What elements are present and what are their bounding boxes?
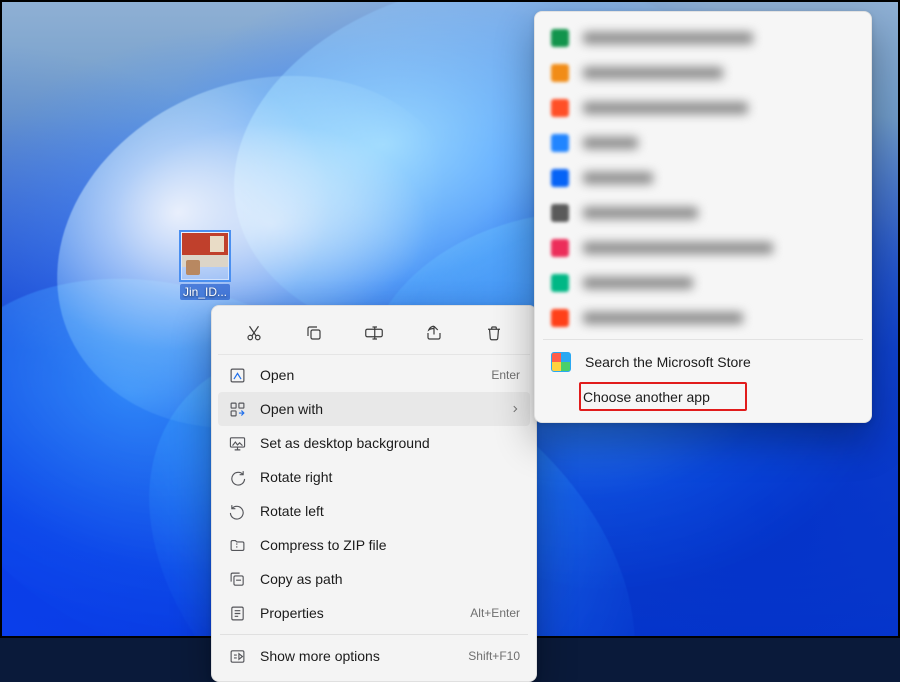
menu-separator bbox=[220, 634, 528, 635]
rotate-right-icon bbox=[228, 468, 246, 486]
menu-item-open[interactable]: Open Enter bbox=[218, 358, 530, 392]
submenu-app-blurred[interactable] bbox=[541, 125, 865, 160]
compress-icon bbox=[228, 536, 246, 554]
submenu-label bbox=[583, 312, 743, 324]
cut-icon bbox=[245, 324, 263, 342]
menu-separator bbox=[543, 339, 863, 340]
menu-item-show-more[interactable]: Show more options Shift+F10 bbox=[218, 639, 530, 673]
submenu-app-blurred[interactable] bbox=[541, 265, 865, 300]
desktop-file-icon[interactable]: Jin_ID... bbox=[170, 232, 240, 303]
submenu-label bbox=[583, 172, 653, 184]
submenu-label: Choose another app bbox=[583, 389, 710, 405]
menu-item-open-with[interactable]: Open with bbox=[218, 392, 530, 426]
submenu-choose-another[interactable]: Choose another app bbox=[541, 379, 865, 414]
share-button[interactable] bbox=[416, 316, 452, 350]
more-options-icon bbox=[228, 647, 246, 665]
app-icon bbox=[551, 134, 569, 152]
app-icon bbox=[551, 274, 569, 292]
submenu-app-blurred[interactable] bbox=[541, 230, 865, 265]
rename-button[interactable] bbox=[356, 316, 392, 350]
menu-item-properties[interactable]: Properties Alt+Enter bbox=[218, 596, 530, 630]
menu-accel: Alt+Enter bbox=[470, 606, 520, 620]
app-icon bbox=[551, 204, 569, 222]
menu-item-compress[interactable]: Compress to ZIP file bbox=[218, 528, 530, 562]
menu-label: Copy as path bbox=[260, 571, 520, 587]
open-with-icon bbox=[228, 400, 246, 418]
submenu-label bbox=[583, 277, 693, 289]
desktop-bg-icon bbox=[228, 434, 246, 452]
context-menu-action-bar bbox=[218, 312, 530, 355]
menu-label: Properties bbox=[260, 605, 470, 621]
app-icon bbox=[551, 169, 569, 187]
file-name: Jin_ID... bbox=[180, 284, 230, 300]
submenu-app-blurred[interactable] bbox=[541, 55, 865, 90]
menu-accel: Enter bbox=[491, 368, 520, 382]
submenu-app-blurred[interactable] bbox=[541, 90, 865, 125]
menu-label: Open with bbox=[260, 401, 510, 417]
menu-label: Show more options bbox=[260, 648, 468, 664]
menu-label: Set as desktop background bbox=[260, 435, 520, 451]
file-thumbnail bbox=[181, 232, 229, 280]
menu-label: Rotate left bbox=[260, 503, 520, 519]
copy-path-icon bbox=[228, 570, 246, 588]
menu-item-rotate-right[interactable]: Rotate right bbox=[218, 460, 530, 494]
submenu-label: Search the Microsoft Store bbox=[585, 354, 751, 370]
submenu-label bbox=[583, 67, 723, 79]
rotate-left-icon bbox=[228, 502, 246, 520]
submenu-label bbox=[583, 242, 773, 254]
app-icon bbox=[551, 29, 569, 47]
open-icon bbox=[228, 366, 246, 384]
submenu-label bbox=[583, 32, 753, 44]
menu-item-set-bg[interactable]: Set as desktop background bbox=[218, 426, 530, 460]
menu-label: Open bbox=[260, 367, 491, 383]
submenu-label bbox=[583, 137, 638, 149]
open-with-submenu: Search the Microsoft Store Choose anothe… bbox=[534, 11, 872, 423]
submenu-label bbox=[583, 102, 748, 114]
submenu-app-blurred[interactable] bbox=[541, 160, 865, 195]
menu-item-copy-path[interactable]: Copy as path bbox=[218, 562, 530, 596]
submenu-app-blurred[interactable] bbox=[541, 20, 865, 55]
submenu-search-store[interactable]: Search the Microsoft Store bbox=[541, 344, 865, 379]
menu-label: Rotate right bbox=[260, 469, 520, 485]
rename-icon bbox=[364, 324, 384, 342]
submenu-label bbox=[583, 207, 698, 219]
app-icon bbox=[551, 99, 569, 117]
app-icon bbox=[551, 309, 569, 327]
context-menu: Open Enter Open with Set as desktop back… bbox=[211, 305, 537, 682]
chevron-right-icon bbox=[510, 404, 520, 414]
delete-icon bbox=[485, 324, 503, 342]
properties-icon bbox=[228, 604, 246, 622]
cut-button[interactable] bbox=[236, 316, 272, 350]
menu-accel: Shift+F10 bbox=[468, 649, 520, 663]
blank-icon bbox=[551, 388, 569, 406]
submenu-app-blurred[interactable] bbox=[541, 195, 865, 230]
share-icon bbox=[425, 324, 443, 342]
ms-store-icon bbox=[551, 352, 571, 372]
copy-button[interactable] bbox=[296, 316, 332, 350]
submenu-app-blurred[interactable] bbox=[541, 300, 865, 335]
app-icon bbox=[551, 239, 569, 257]
app-icon bbox=[551, 64, 569, 82]
menu-label: Compress to ZIP file bbox=[260, 537, 520, 553]
delete-button[interactable] bbox=[476, 316, 512, 350]
copy-icon bbox=[305, 324, 323, 342]
menu-item-rotate-left[interactable]: Rotate left bbox=[218, 494, 530, 528]
